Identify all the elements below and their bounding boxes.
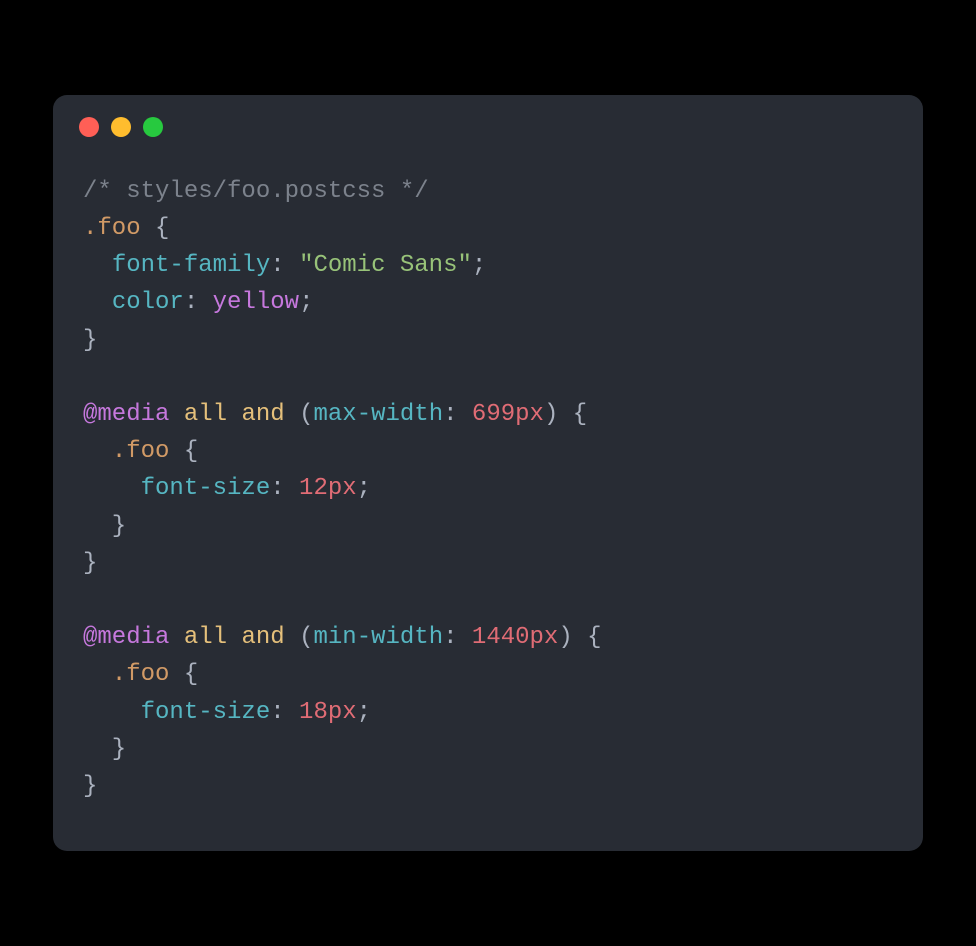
- token-punct: (: [285, 401, 314, 428]
- token-prop: min-width: [313, 624, 443, 651]
- token-kw: and: [241, 624, 284, 651]
- token-number: 12px: [299, 475, 357, 502]
- token-prop: color: [112, 289, 184, 316]
- token-punct: :: [270, 699, 299, 726]
- code-line: .foo {: [83, 433, 893, 470]
- token-selector: .foo: [83, 215, 141, 242]
- token-punct: [83, 252, 112, 279]
- code-line: [83, 582, 893, 619]
- token-punct: [83, 661, 112, 688]
- token-string: "Comic Sans": [299, 252, 472, 279]
- token-punct: [83, 289, 112, 316]
- token-punct: :: [270, 475, 299, 502]
- token-punct: :: [184, 289, 213, 316]
- token-prop: font-size: [141, 475, 271, 502]
- token-number: 18px: [299, 699, 357, 726]
- token-punct: [227, 624, 241, 651]
- code-line: .foo {: [83, 656, 893, 693]
- code-line: @media all and (min-width: 1440px) {: [83, 619, 893, 656]
- token-punct: [227, 401, 241, 428]
- token-punct: ) {: [544, 401, 587, 428]
- token-number: 1440px: [472, 624, 558, 651]
- close-icon[interactable]: [79, 117, 99, 137]
- code-line: }: [83, 508, 893, 545]
- code-line: [83, 359, 893, 396]
- code-line: }: [83, 768, 893, 805]
- token-punct: :: [270, 252, 299, 279]
- token-punct: ;: [472, 252, 486, 279]
- titlebar: [53, 95, 923, 143]
- code-line: font-size: 18px;: [83, 694, 893, 731]
- token-punct: }: [83, 773, 97, 800]
- code-line: font-family: "Comic Sans";: [83, 247, 893, 284]
- code-window: /* styles/foo.postcss */ .foo { font-fami…: [53, 95, 923, 851]
- token-punct: (: [285, 624, 314, 651]
- token-prop: font-family: [112, 252, 270, 279]
- code-line: @media all and (max-width: 699px) {: [83, 396, 893, 433]
- token-punct: ;: [357, 475, 371, 502]
- code-line: }: [83, 322, 893, 359]
- token-punct: {: [141, 215, 170, 242]
- token-punct: :: [443, 624, 472, 651]
- code-line: }: [83, 731, 893, 768]
- token-punct: [169, 401, 183, 428]
- token-punct: ) {: [558, 624, 601, 651]
- token-punct: ;: [299, 289, 313, 316]
- token-prop: font-size: [141, 699, 271, 726]
- code-block: /* styles/foo.postcss */ .foo { font-fami…: [53, 143, 923, 851]
- token-selector: .foo: [112, 438, 170, 465]
- token-punct: }: [83, 513, 126, 540]
- token-punct: }: [83, 327, 97, 354]
- code-line: .foo {: [83, 210, 893, 247]
- token-punct: [83, 475, 141, 502]
- token-at: @media: [83, 624, 169, 651]
- zoom-icon[interactable]: [143, 117, 163, 137]
- token-punct: {: [169, 661, 198, 688]
- token-comment: /* styles/foo.postcss */: [83, 178, 429, 205]
- token-selector: .foo: [112, 661, 170, 688]
- minimize-icon[interactable]: [111, 117, 131, 137]
- token-value: yellow: [213, 289, 299, 316]
- token-prop: max-width: [313, 401, 443, 428]
- code-line: /* styles/foo.postcss */: [83, 173, 893, 210]
- code-line: }: [83, 545, 893, 582]
- token-punct: {: [169, 438, 198, 465]
- token-punct: }: [83, 550, 97, 577]
- token-kw: all: [184, 624, 227, 651]
- token-punct: :: [443, 401, 472, 428]
- token-kw: and: [241, 401, 284, 428]
- token-punct: ;: [357, 699, 371, 726]
- token-kw: all: [184, 401, 227, 428]
- code-line: font-size: 12px;: [83, 470, 893, 507]
- token-punct: [169, 624, 183, 651]
- token-punct: [83, 699, 141, 726]
- code-line: color: yellow;: [83, 284, 893, 321]
- token-number: 699px: [472, 401, 544, 428]
- token-punct: }: [83, 736, 126, 763]
- token-at: @media: [83, 401, 169, 428]
- token-punct: [83, 438, 112, 465]
